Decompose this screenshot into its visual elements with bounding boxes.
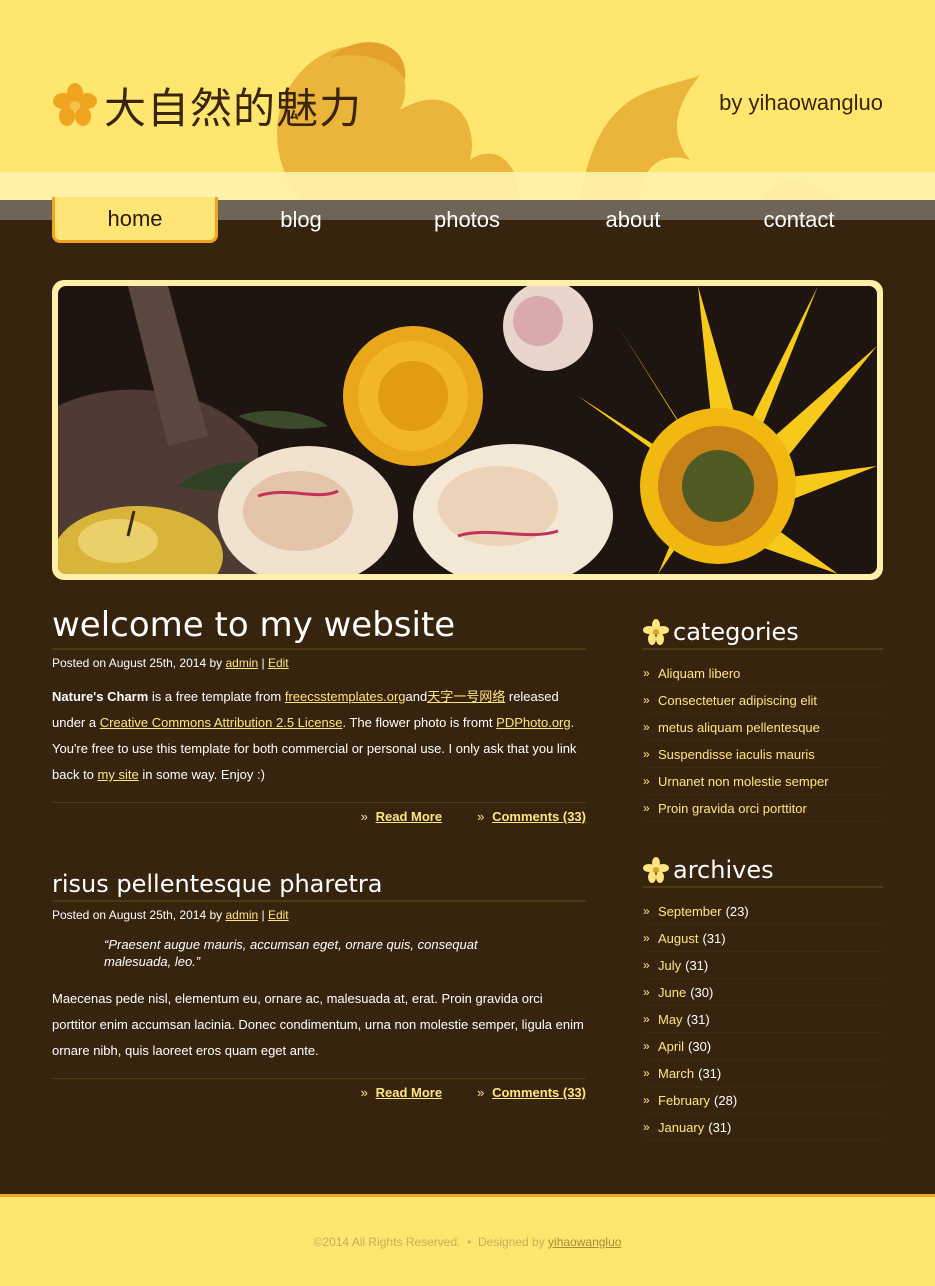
site-byline: by yihaowangluo — [719, 90, 883, 115]
post-entry: Nature's Charm is a free template from f… — [52, 684, 586, 788]
post: welcome to my website Posted on August 2… — [52, 600, 586, 824]
entry-text: . The flower photo is fromt — [342, 715, 497, 730]
archives-list: September(23) August(31) July(31) June(3… — [643, 898, 883, 1141]
categories-title: categories — [673, 618, 799, 646]
post-links: Read More Comments (33) — [52, 1078, 586, 1100]
archive-link[interactable]: June — [658, 985, 686, 1000]
yihao-link[interactable]: 天字一号网络 — [427, 689, 505, 704]
post-meta-separator: | — [258, 908, 268, 922]
post-title[interactable]: risus pellentesque pharetra — [52, 866, 586, 902]
archive-count: (31) — [708, 1119, 732, 1135]
post-title[interactable]: welcome to my website — [52, 600, 586, 650]
archive-link[interactable]: April — [658, 1039, 684, 1054]
archive-link[interactable]: February — [658, 1093, 710, 1108]
footer-designer-link[interactable]: yihaowangluo — [548, 1235, 621, 1249]
nav-blog[interactable]: blog — [218, 197, 384, 243]
nav-about[interactable]: about — [550, 197, 716, 243]
archive-item[interactable]: February (28) — [643, 1087, 883, 1114]
archive-item[interactable]: March (31) — [643, 1060, 883, 1087]
sidebar: categories Aliquam libero Consectetuer a… — [643, 616, 883, 1141]
pdphoto-link[interactable]: PDPhoto.org — [496, 715, 570, 730]
nav-photos[interactable]: photos — [384, 197, 550, 243]
comments-link[interactable]: Comments (33) — [477, 1085, 586, 1100]
post-meta-date: Posted on August 25th, 2014 by — [52, 656, 226, 670]
archive-link[interactable]: January — [658, 1120, 704, 1135]
entry-text: and — [405, 689, 428, 704]
site-header: 大自然的魅力 by yihaowangluo — [0, 0, 935, 200]
site-footer: ©2014 All Rights Reserved. • Designed by… — [0, 1194, 935, 1286]
archive-link[interactable]: August — [658, 931, 698, 946]
category-link[interactable]: Aliquam libero — [658, 666, 740, 681]
post-meta: Posted on August 25th, 2014 by admin | E… — [52, 908, 586, 922]
archive-count: (23) — [725, 903, 749, 919]
flower-bullet-icon — [643, 619, 669, 645]
nav-home[interactable]: home — [52, 197, 218, 243]
archive-link[interactable]: May — [658, 1012, 683, 1027]
freecsstemplates-link[interactable]: freecsstemplates.org — [285, 689, 406, 704]
archive-link[interactable]: March — [658, 1066, 694, 1081]
comments-link[interactable]: Comments (33) — [477, 809, 586, 824]
archive-count: (31) — [698, 1065, 722, 1081]
flower-logo-icon — [53, 83, 97, 126]
categories-heading: categories — [643, 616, 883, 650]
archive-item[interactable]: July (31) — [643, 952, 883, 979]
category-link[interactable]: Suspendisse iaculis mauris — [658, 747, 815, 762]
site-title: 大自然的魅力 — [104, 83, 363, 133]
post-edit-link[interactable]: Edit — [268, 908, 289, 922]
archive-count: (31) — [686, 1011, 710, 1027]
nav-contact[interactable]: contact — [716, 197, 882, 243]
category-link[interactable]: Consectetuer adipiscing elit — [658, 693, 817, 708]
category-item[interactable]: Aliquam libero — [643, 660, 883, 687]
archive-item[interactable]: August (31) — [643, 925, 883, 952]
footer-text: ©2014 All Rights Reserved. • Designed by — [313, 1234, 549, 1249]
post-author-link[interactable]: admin — [225, 656, 258, 670]
archive-item[interactable]: September(23) — [643, 898, 883, 925]
archive-link[interactable]: September — [658, 904, 722, 919]
post-meta: Posted on August 25th, 2014 by admin | E… — [52, 656, 586, 670]
post-body: Maecenas pede nisl, elementum eu, ornare… — [52, 991, 584, 1058]
post: risus pellentesque pharetra Posted on Au… — [52, 866, 586, 1100]
archive-count: (28) — [714, 1092, 738, 1108]
archive-item[interactable]: April (30) — [643, 1033, 883, 1060]
category-item[interactable]: Suspendisse iaculis mauris — [643, 741, 883, 768]
license-link[interactable]: Creative Commons Attribution 2.5 License — [100, 715, 343, 730]
category-link[interactable]: Urnanet non molestie semper — [658, 774, 829, 789]
category-link[interactable]: Proin gravida orci porttitor — [658, 801, 807, 816]
site-logo[interactable]: 大自然的魅力 — [52, 78, 362, 133]
banner-frame — [52, 280, 883, 580]
archive-count: (30) — [688, 1038, 712, 1054]
entry-text: is a free template from — [148, 689, 285, 704]
flower-banner-image — [58, 286, 877, 574]
archive-item[interactable]: June (30) — [643, 979, 883, 1006]
flower-bullet-icon — [643, 857, 669, 883]
post-quote: “Praesent augue mauris, accumsan eget, o… — [104, 937, 478, 969]
category-item[interactable]: Proin gravida orci porttitor — [643, 795, 883, 822]
entry-text: in some way. Enjoy :) — [138, 767, 265, 782]
category-item[interactable]: Urnanet non molestie semper — [643, 768, 883, 795]
post-meta-date: Posted on August 25th, 2014 by — [52, 908, 226, 922]
post-edit-link[interactable]: Edit — [268, 656, 289, 670]
archive-count: (31) — [685, 957, 709, 973]
my-site-link[interactable]: my site — [98, 767, 139, 782]
post-author-link[interactable]: admin — [225, 908, 258, 922]
post-links: Read More Comments (33) — [52, 802, 586, 824]
post-meta-separator: | — [258, 656, 268, 670]
category-link[interactable]: metus aliquam pellentesque — [658, 720, 820, 735]
category-item[interactable]: Consectetuer adipiscing elit — [643, 687, 883, 714]
category-item[interactable]: metus aliquam pellentesque — [643, 714, 883, 741]
categories-list: Aliquam libero Consectetuer adipiscing e… — [643, 660, 883, 822]
archive-count: (30) — [690, 984, 714, 1000]
archive-link[interactable]: July — [658, 958, 681, 973]
main-nav: home blog photos about contact — [52, 197, 883, 243]
entry-strong-text: Nature's Charm — [52, 689, 149, 704]
archive-count: (31) — [702, 930, 726, 946]
archives-heading: archives — [643, 854, 883, 888]
archives-title: archives — [673, 856, 774, 884]
archive-item[interactable]: May(31) — [643, 1006, 883, 1033]
read-more-link[interactable]: Read More — [361, 1085, 442, 1100]
archive-item[interactable]: January (31) — [643, 1114, 883, 1141]
read-more-link[interactable]: Read More — [361, 809, 442, 824]
